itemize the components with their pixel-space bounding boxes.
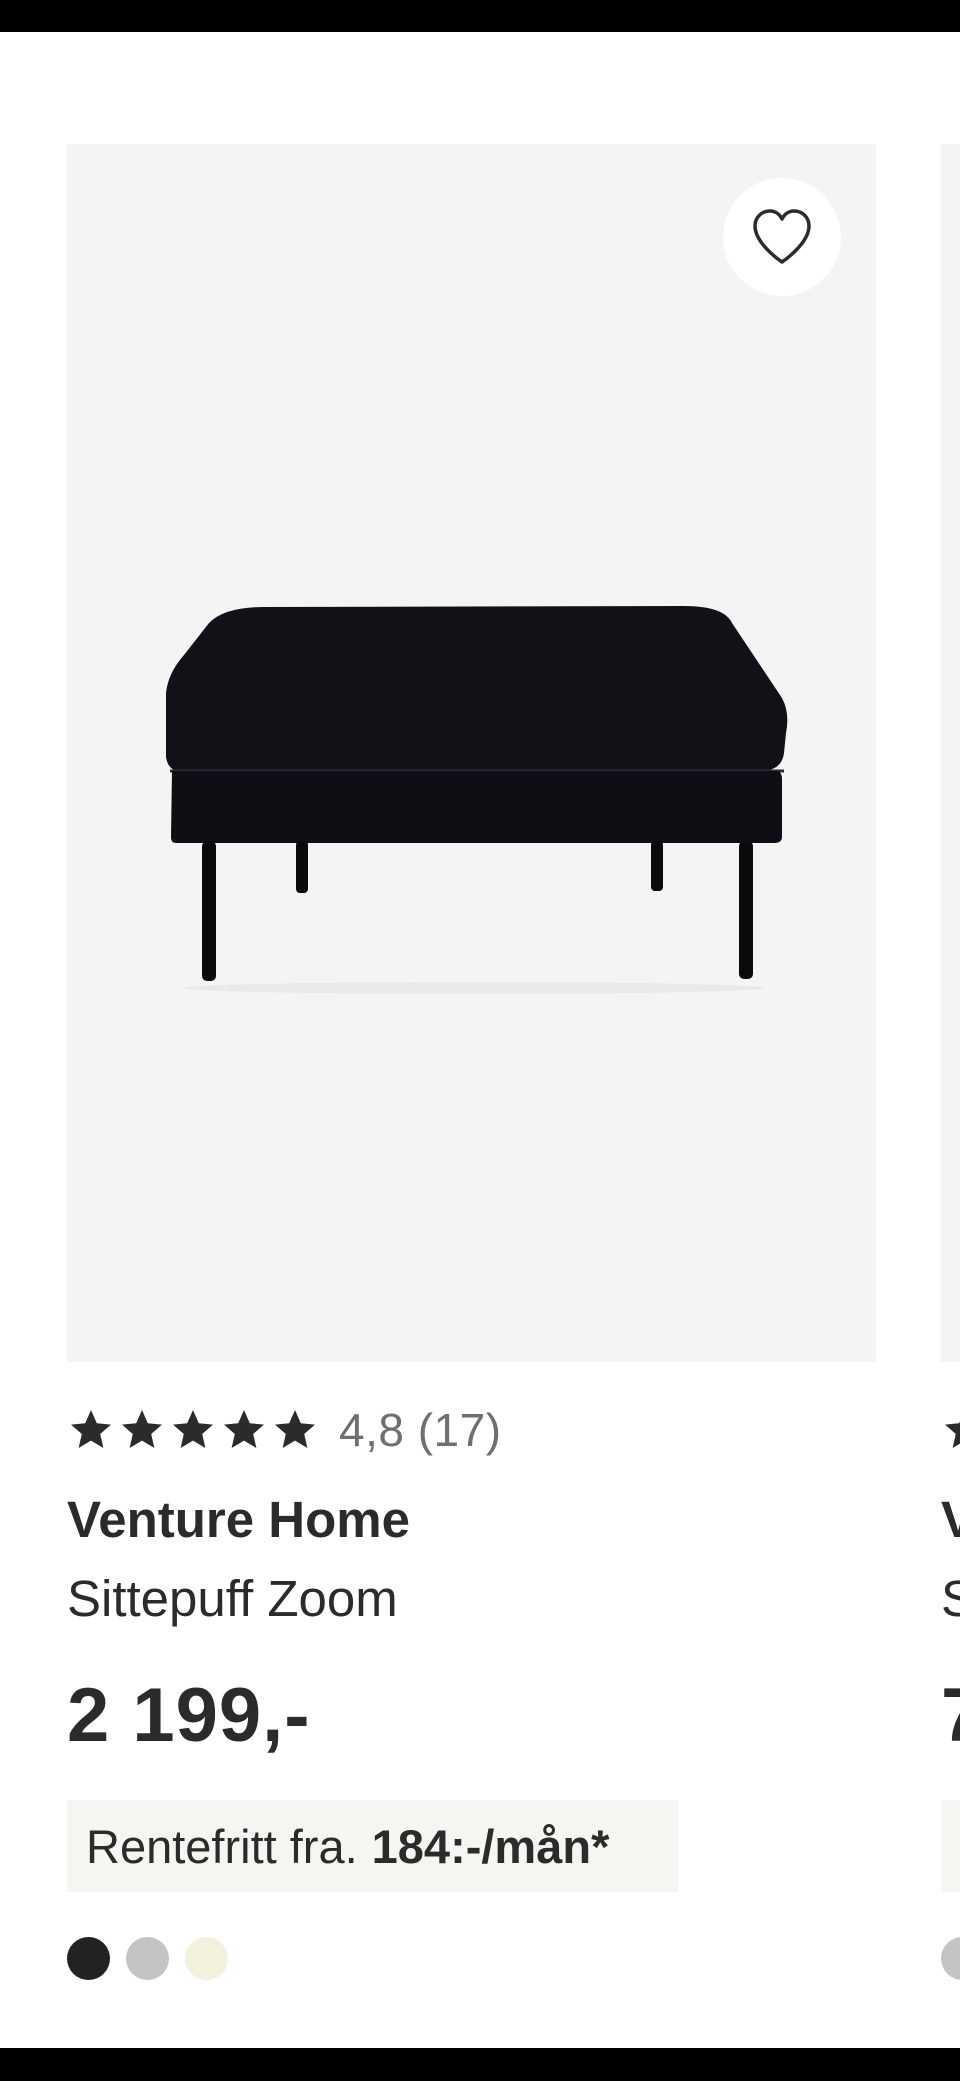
color-swatch-grey[interactable] <box>126 1937 169 1980</box>
product-brand[interactable]: Venture Home <box>67 1490 410 1549</box>
product-image[interactable] <box>67 144 876 1362</box>
product-price: 2 199,- <box>67 1673 311 1758</box>
next-product-image[interactable] <box>941 144 960 1362</box>
next-financing-banner <box>941 1800 960 1892</box>
ottoman-image <box>166 606 788 994</box>
rating-summary: 4,8 (17) <box>339 1403 502 1457</box>
financing-banner: Rentefritt fra. 184:-/mån* <box>67 1800 678 1892</box>
star-icon <box>173 1410 213 1448</box>
status-bar <box>0 0 960 32</box>
color-swatch-cream[interactable] <box>185 1937 228 1980</box>
next-product-card[interactable]: V S 7 <box>941 144 960 2064</box>
product-name[interactable]: Sittepuff Zoom <box>67 1569 398 1628</box>
color-swatches <box>67 1937 228 1980</box>
navigation-bar <box>0 2048 960 2081</box>
rating-stars <box>67 1406 319 1454</box>
heart-icon <box>753 209 811 264</box>
rating-count: (17) <box>417 1404 502 1456</box>
product-rating[interactable]: 4,8 (17) <box>67 1403 502 1457</box>
rating-value: 4,8 <box>339 1404 405 1456</box>
star-icon <box>71 1410 111 1448</box>
next-product-price: 7 <box>941 1672 960 1759</box>
star-icon <box>224 1410 264 1448</box>
next-product-brand[interactable]: V <box>941 1490 960 1549</box>
star-icon <box>122 1410 162 1448</box>
favorite-button[interactable] <box>723 178 841 296</box>
finance-label: Rentefritt fra. <box>86 1819 358 1873</box>
next-color-swatch[interactable] <box>941 1937 960 1980</box>
finance-amount: 184:-/mån* <box>371 1819 610 1873</box>
next-product-name[interactable]: S <box>941 1569 960 1628</box>
color-swatch-black[interactable] <box>67 1937 110 1980</box>
star-icon <box>275 1410 315 1448</box>
star-icon <box>945 1421 960 1448</box>
